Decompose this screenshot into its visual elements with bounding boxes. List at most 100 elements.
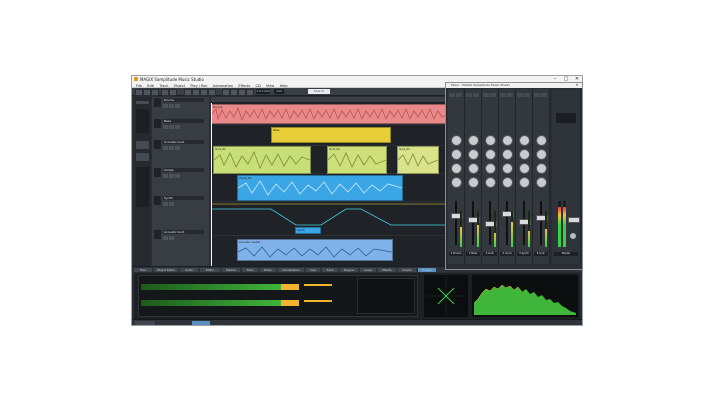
eq-knob[interactable] [485,135,496,146]
pan-knob[interactable] [536,177,547,188]
aux-send-knob[interactable] [502,163,513,174]
aux-send-knob[interactable] [519,163,530,174]
tab-plugins[interactable]: Plugins [340,268,358,272]
tab-tools[interactable]: Tools [242,268,258,272]
channel-label[interactable]: 3 Guit. [483,252,497,256]
tab-import[interactable]: Import [398,268,416,272]
search-input[interactable]: Search [308,89,330,94]
tab-loops[interactable]: Loops [360,268,376,272]
zoom-tool-icon[interactable] [208,89,216,96]
solo-button[interactable] [169,236,174,240]
audio-clip[interactable]: Drums [211,104,448,124]
track-header[interactable]: Acoustic Guit. [152,229,209,268]
tab-export[interactable]: Export [418,268,436,272]
mixer-close-button[interactable]: ✕ [572,83,582,88]
power-icon[interactable] [570,233,576,239]
track-name[interactable]: Synth [163,196,204,200]
tab-clip[interactable]: Clip [306,268,320,272]
audio-clip[interactable]: Acoustic Guitar [237,239,393,261]
track-name[interactable]: Vocals [163,168,204,172]
eq-knob[interactable] [536,135,547,146]
channel-label[interactable]: 2 Bass [466,252,480,256]
eq-knob[interactable] [519,149,530,160]
mute-button[interactable] [163,146,168,150]
record-arm-button[interactable] [175,146,180,150]
fx-slot[interactable] [473,93,479,97]
eq-knob[interactable] [485,149,496,160]
eq-knob[interactable] [502,149,513,160]
track-name[interactable]: Bass [163,119,204,123]
aux-send-knob[interactable] [451,163,462,174]
track-header[interactable]: Bass [152,118,209,140]
aux-send-knob[interactable] [468,163,479,174]
track-header[interactable]: Acoustic Guit. [152,139,209,168]
tab-effects[interactable]: Effects [378,268,396,272]
stop-icon[interactable] [230,89,238,96]
fx-slot[interactable] [456,93,462,97]
tab-editor[interactable]: Editor [200,268,220,272]
input-select[interactable] [466,93,472,97]
inspector-fx-slot[interactable] [136,153,149,161]
audio-clip[interactable]: Guit_01 [213,146,311,174]
inspector-tab[interactable] [136,101,149,104]
input-select[interactable] [517,93,523,97]
audio-clip[interactable]: Vocal_01 [237,175,403,201]
mute-button[interactable] [163,104,168,108]
record-arm-button[interactable] [175,125,180,129]
record-arm-button[interactable] [175,104,180,108]
pan-knob[interactable] [502,177,513,188]
fx-slot[interactable] [490,93,496,97]
track-header[interactable]: Synth [152,195,209,230]
channel-label[interactable]: 1 Drums [449,252,463,256]
eq-knob[interactable] [468,135,479,146]
track-header[interactable]: Vocals [152,167,209,196]
channel-label[interactable]: 6 Guit. [534,252,548,256]
fx-slot[interactable] [524,93,530,97]
audio-clip[interactable]: Bass [271,127,391,143]
status-dropdown[interactable] [135,321,155,325]
mute-button[interactable] [163,236,168,240]
aux-send-knob[interactable] [536,163,547,174]
eq-knob[interactable] [536,149,547,160]
tab-visualisation[interactable]: Visualisation [278,268,304,272]
track-name[interactable]: Acoustic Guit. [163,140,204,144]
tempo-display[interactable]: 120 [274,89,284,94]
tab-mixer[interactable]: Mixer [260,268,276,272]
channel-label[interactable]: 4 Vocal [500,252,514,256]
solo-button[interactable] [169,104,174,108]
master-label[interactable]: Master [554,252,578,256]
play-icon[interactable] [238,89,246,96]
tab-files[interactable]: Files [134,268,152,272]
input-select[interactable] [483,93,489,97]
pan-knob[interactable] [485,177,496,188]
redo-icon[interactable] [169,89,177,96]
track-header[interactable]: Drums [152,97,209,119]
solo-button[interactable] [169,146,174,150]
master-fader[interactable] [568,217,580,223]
solo-button[interactable] [169,174,174,178]
input-select[interactable] [449,93,455,97]
mute-button[interactable] [163,202,168,206]
track-name[interactable]: Drums [163,98,204,102]
inspector-fader[interactable] [136,109,149,133]
audio-clip[interactable]: Guit_02 [327,146,387,174]
mute-button[interactable] [163,174,168,178]
solo-button[interactable] [169,202,174,206]
track-name[interactable]: Acoustic Guit. [163,230,204,234]
tab-object-editor[interactable]: Object Editor [154,268,178,272]
audio-clip[interactable]: Guit_03 [397,146,439,174]
save-icon[interactable] [151,89,159,96]
audio-clip[interactable]: Synth [295,227,321,234]
eq-knob[interactable] [468,149,479,160]
record-arm-button[interactable] [175,174,180,178]
solo-button[interactable] [169,125,174,129]
tab-track[interactable]: Track [322,268,338,272]
open-folder-icon[interactable] [143,89,151,96]
rewind-icon[interactable] [222,89,230,96]
tab-marker[interactable]: Marker [222,268,240,272]
fx-slot[interactable] [507,93,513,97]
new-project-icon[interactable] [135,89,143,96]
pan-knob[interactable] [519,177,530,188]
fx-slot[interactable] [541,93,547,97]
playhead[interactable] [211,103,212,267]
